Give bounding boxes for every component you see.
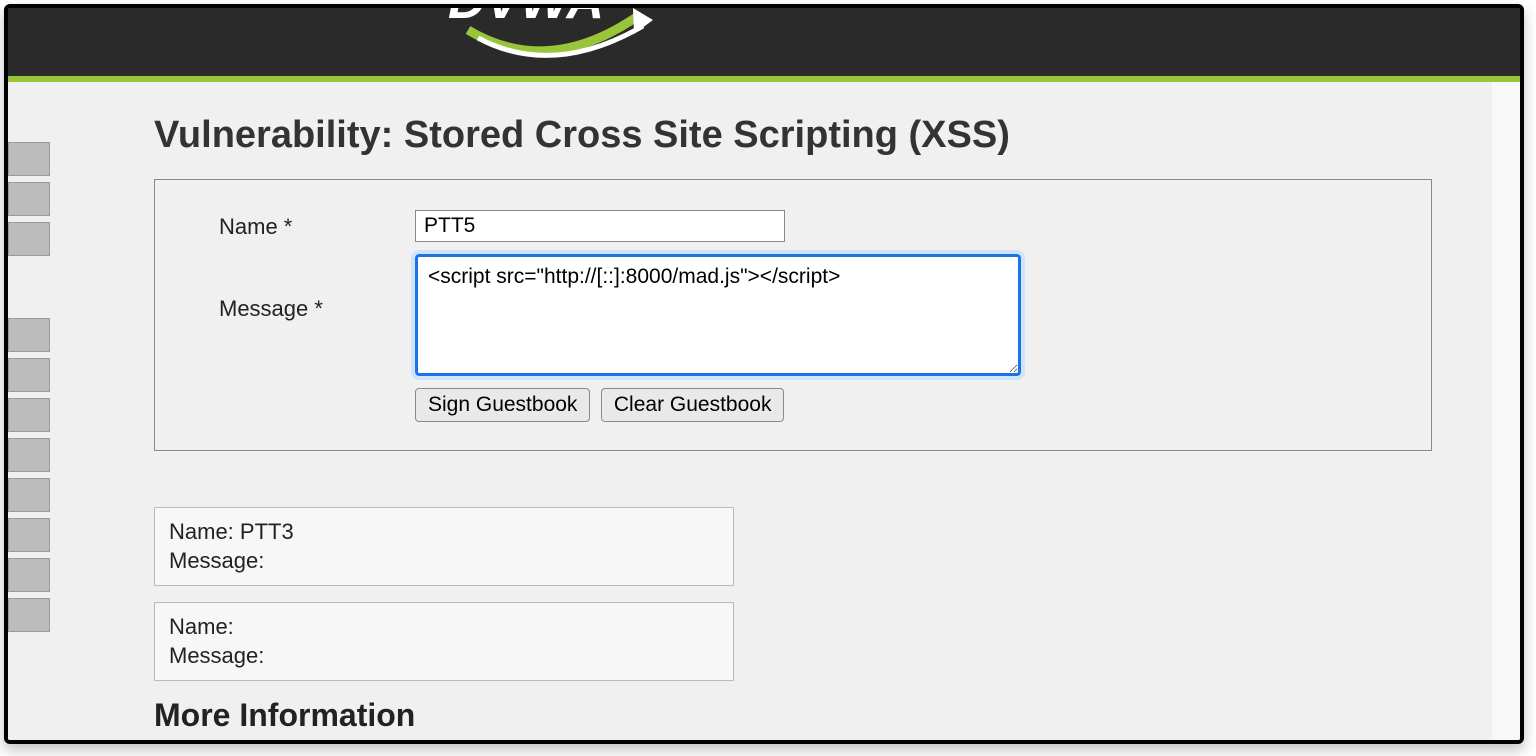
entry-name-label: Name:: [169, 519, 234, 544]
entry-name-value: PTT3: [240, 519, 294, 544]
clear-guestbook-button[interactable]: Clear Guestbook: [601, 388, 785, 422]
sidebar-item[interactable]: [8, 222, 50, 256]
sidebar-item[interactable]: [8, 438, 50, 472]
entry-name-label: Name:: [169, 614, 234, 639]
svg-text:DVWA: DVWA: [448, 8, 604, 30]
guestbook-form: Name * Message * Sign Guestbook Clear Gu…: [154, 179, 1432, 451]
app-frame: DVWA Vulnerability: Stored Cross Site Sc…: [4, 4, 1524, 744]
entry-message-label: Message:: [169, 548, 264, 573]
main-content: Vulnerability: Stored Cross Site Scripti…: [64, 82, 1492, 740]
dvwa-logo: DVWA: [438, 8, 688, 76]
sidebar-item[interactable]: [8, 182, 50, 216]
sidebar-item[interactable]: [8, 518, 50, 552]
name-label: Name *: [219, 210, 415, 240]
sign-guestbook-button[interactable]: Sign Guestbook: [415, 388, 590, 422]
page-body: Vulnerability: Stored Cross Site Scripti…: [8, 82, 1520, 740]
right-gutter: [1492, 82, 1520, 740]
sidebar-item[interactable]: [8, 142, 50, 176]
sidebar-item[interactable]: [8, 598, 50, 632]
guestbook-entry: Name: Message:: [154, 602, 734, 681]
sidebar-item[interactable]: [8, 358, 50, 392]
sidebar-item[interactable]: [8, 318, 50, 352]
sidebar-item[interactable]: [8, 398, 50, 432]
more-info-heading: More Information: [154, 697, 1432, 734]
page-title: Vulnerability: Stored Cross Site Scripti…: [154, 114, 1432, 157]
sidebar: [8, 82, 64, 740]
sidebar-item[interactable]: [8, 558, 50, 592]
message-label: Message *: [219, 254, 415, 322]
message-textarea[interactable]: [415, 254, 1021, 376]
name-input[interactable]: [415, 210, 785, 242]
entry-message-label: Message:: [169, 643, 264, 668]
header: DVWA: [8, 8, 1520, 76]
sidebar-item[interactable]: [8, 478, 50, 512]
guestbook-entry: Name: PTT3 Message:: [154, 507, 734, 586]
